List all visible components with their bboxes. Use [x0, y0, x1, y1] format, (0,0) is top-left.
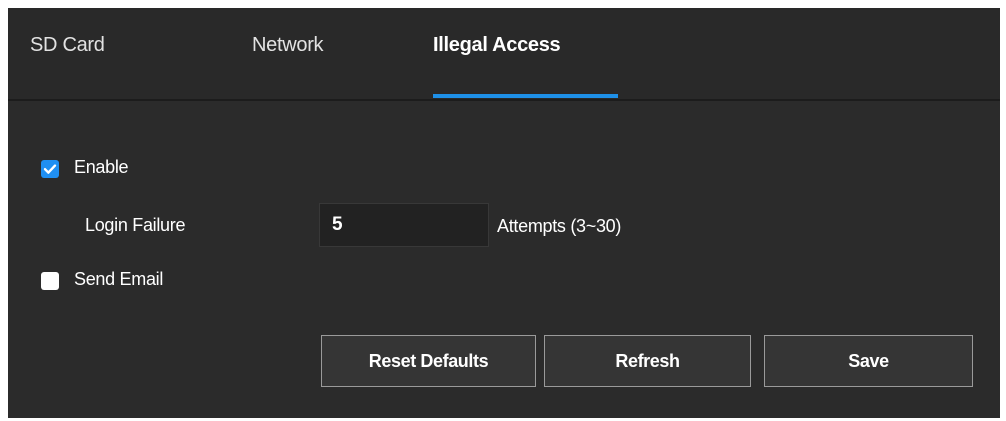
login-failure-input[interactable] — [319, 203, 489, 247]
send-email-label: Send Email — [74, 269, 164, 289]
send-email-checkbox[interactable] — [41, 272, 59, 290]
tab-illegal-access[interactable]: Illegal Access — [433, 34, 561, 57]
enable-checkbox[interactable] — [41, 160, 59, 178]
reset-defaults-button[interactable]: Reset Defaults — [321, 335, 536, 387]
login-failure-label: Login Failure — [85, 215, 186, 235]
active-tab-indicator — [433, 94, 618, 98]
enable-label: Enable — [74, 157, 129, 177]
tab-bar: SD Card Network Illegal Access — [8, 8, 1000, 101]
save-button[interactable]: Save — [764, 335, 973, 387]
illegal-access-panel: SD Card Network Illegal Access Enable Lo… — [8, 8, 1000, 418]
tab-network[interactable]: Network — [252, 34, 324, 57]
check-icon — [43, 164, 57, 174]
tab-sd-card[interactable]: SD Card — [30, 34, 105, 57]
refresh-button[interactable]: Refresh — [544, 335, 751, 387]
attempts-range-label: Attempts (3~30) — [497, 216, 622, 236]
